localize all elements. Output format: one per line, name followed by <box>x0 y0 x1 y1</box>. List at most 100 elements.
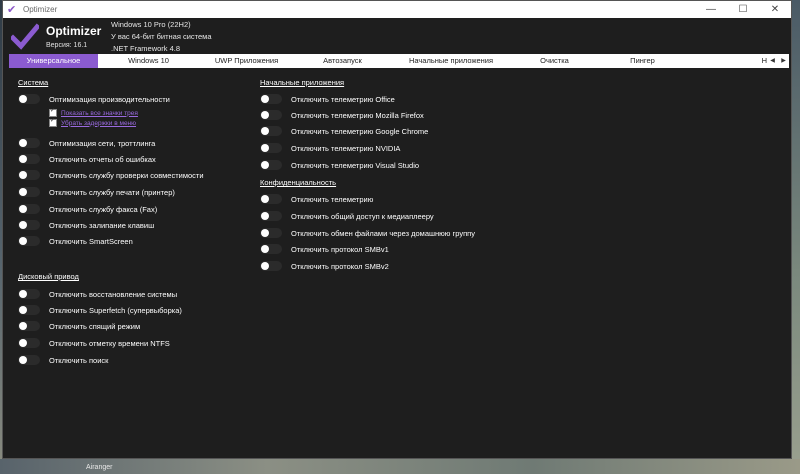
startup-app-2-option: Отключить телеметрию Google Chrome <box>260 126 428 136</box>
toggle-knob <box>19 306 27 314</box>
checkbox[interactable]: ✓ <box>49 108 57 117</box>
option-label: Оптимизация производительности <box>49 94 170 104</box>
option-label: Отключить службу проверки совместимости <box>49 170 204 180</box>
option-label: Отключить общий доступ к медиаплееру <box>291 211 434 221</box>
toggle-switch[interactable] <box>18 170 40 180</box>
system-0-option: Оптимизация производительности <box>18 94 170 104</box>
toggle-knob <box>261 127 269 135</box>
system-2-option: Отключить отчеты об ошибках <box>18 154 156 164</box>
toggle-knob <box>19 221 27 229</box>
toggle-switch[interactable] <box>18 338 40 348</box>
tab-uwp-apps[interactable]: UWP Приложения <box>199 54 294 68</box>
toggle-switch[interactable] <box>18 204 40 214</box>
privacy-section-title: Конфиденциальность <box>260 178 337 187</box>
option-label: Отключить обмен файлами через домашнюю г… <box>291 228 475 238</box>
toggle-switch[interactable] <box>260 244 282 254</box>
toggle-switch[interactable] <box>18 94 40 104</box>
toggle-knob <box>19 237 27 245</box>
privacy-4-option: Отключить протокол SMBv2 <box>260 261 389 271</box>
tab-more[interactable]: Н <box>687 54 767 68</box>
privacy-3-option: Отключить протокол SMBv1 <box>260 244 389 254</box>
toggle-switch[interactable] <box>18 154 40 164</box>
startup-app-4-option: Отключить телеметрию Visual Studio <box>260 160 419 170</box>
close-button[interactable]: ✕ <box>759 1 791 18</box>
system-7-option: Отключить SmartScreen <box>18 236 133 246</box>
checkmark-icon: ✔ <box>7 3 17 16</box>
system-info: Windows 10 Pro (22H2) У вас 64-бит битна… <box>111 19 212 55</box>
title-bar[interactable]: ✔ Optimizer — ☐ ✕ <box>3 1 791 18</box>
tab-universal[interactable]: Универсальное <box>9 54 98 68</box>
system-section-title: Система <box>18 78 49 87</box>
option-label: Отключить телеметрию <box>291 194 374 204</box>
toggle-knob <box>19 322 27 330</box>
option-label: Отключить отметку времени NTFS <box>49 338 170 348</box>
toggle-switch[interactable] <box>260 261 282 271</box>
toggle-knob <box>19 290 27 298</box>
toggle-switch[interactable] <box>18 236 40 246</box>
toggle-knob <box>261 111 269 119</box>
toggle-switch[interactable] <box>18 187 40 197</box>
option-label: Отключить протокол SMBv1 <box>291 244 389 254</box>
toggle-knob <box>261 229 269 237</box>
minimize-button[interactable]: — <box>695 1 727 18</box>
disk-1-option: Отключить Superfetch (супервыборка) <box>18 305 182 315</box>
option-label: Отключить Superfetch (супервыборка) <box>49 305 182 315</box>
option-label: Отключить службу печати (принтер) <box>49 187 175 197</box>
toggle-switch[interactable] <box>18 305 40 315</box>
option-label: Отключить телеметрию Visual Studio <box>291 160 420 170</box>
tab-pinger[interactable]: Пингер <box>598 54 687 68</box>
toggle-switch[interactable] <box>18 355 40 365</box>
toggle-switch[interactable] <box>260 94 282 104</box>
option-label: Отключить протокол SMBv2 <box>291 261 389 271</box>
system-4-option: Отключить службу печати (принтер) <box>18 187 175 197</box>
tab-startup[interactable]: Автозапуск <box>294 54 391 68</box>
privacy-0-option: Отключить телеметрию <box>260 194 373 204</box>
toggle-switch[interactable] <box>260 211 282 221</box>
sub-option-link[interactable]: Убрать задержки в меню <box>61 120 136 127</box>
option-label: Отключить службу факса (Fax) <box>49 204 158 214</box>
startup-app-1-option: Отключить телеметрию Mozilla Firefox <box>260 110 424 120</box>
option-label: Отключить телеметрию Mozilla Firefox <box>291 110 424 120</box>
system-6-option: Отключить залипание клавиш <box>18 220 154 230</box>
startup-app-0-option: Отключить телеметрию Office <box>260 94 395 104</box>
maximize-button[interactable]: ☐ <box>727 1 759 18</box>
toggle-switch[interactable] <box>260 228 282 238</box>
sub-option-0: ✓ Показать все значки трея <box>49 108 138 117</box>
disk-4-option: Отключить поиск <box>18 355 108 365</box>
toggle-switch[interactable] <box>260 126 282 136</box>
app-version: Версия: 16.1 <box>46 42 88 49</box>
startup-app-3-option: Отключить телеметрию NVIDIA <box>260 143 400 153</box>
logo-checkmark-icon <box>11 23 39 50</box>
toggle-switch[interactable] <box>18 289 40 299</box>
toggle-knob <box>261 212 269 220</box>
option-label: Отключить телеметрию Google Chrome <box>291 126 429 136</box>
toggle-switch[interactable] <box>260 194 282 204</box>
disk-2-option: Отключить спящий режим <box>18 321 140 331</box>
checkbox[interactable]: ✓ <box>49 118 57 127</box>
tab-windows-10[interactable]: Windows 10 <box>98 54 199 68</box>
toggle-switch[interactable] <box>260 160 282 170</box>
tab-bar: Универсальное Windows 10 UWP Приложения … <box>9 54 789 68</box>
startup-apps-section-title: Начальные приложения <box>260 78 345 87</box>
toggle-switch[interactable] <box>260 143 282 153</box>
sub-option-link[interactable]: Показать все значки трея <box>61 110 138 117</box>
desktop-edge-bottom <box>0 459 800 474</box>
toggle-switch[interactable] <box>18 138 40 148</box>
option-label: Отключить поиск <box>49 355 109 365</box>
tab-prev-icon[interactable]: ◀ <box>767 54 778 68</box>
toggle-switch[interactable] <box>260 110 282 120</box>
option-label: Отключить телеметрию Office <box>291 94 395 104</box>
toggle-knob <box>19 356 27 364</box>
disk-0-option: Отключить восстановление системы <box>18 289 177 299</box>
toggle-switch[interactable] <box>18 321 40 331</box>
tab-cleanup[interactable]: Очистка <box>511 54 598 68</box>
option-label: Отключить спящий режим <box>49 321 141 331</box>
tab-startup-apps[interactable]: Начальные приложения <box>391 54 511 68</box>
tab-next-icon[interactable]: ▶ <box>778 54 789 68</box>
option-label: Отключить залипание клавиш <box>49 220 155 230</box>
option-label: Отключить отчеты об ошибках <box>49 154 156 164</box>
privacy-1-option: Отключить общий доступ к медиаплееру <box>260 211 434 221</box>
toggle-knob <box>261 95 269 103</box>
toggle-switch[interactable] <box>18 220 40 230</box>
system-1-option: Оптимизация сети, троттлинга <box>18 138 155 148</box>
